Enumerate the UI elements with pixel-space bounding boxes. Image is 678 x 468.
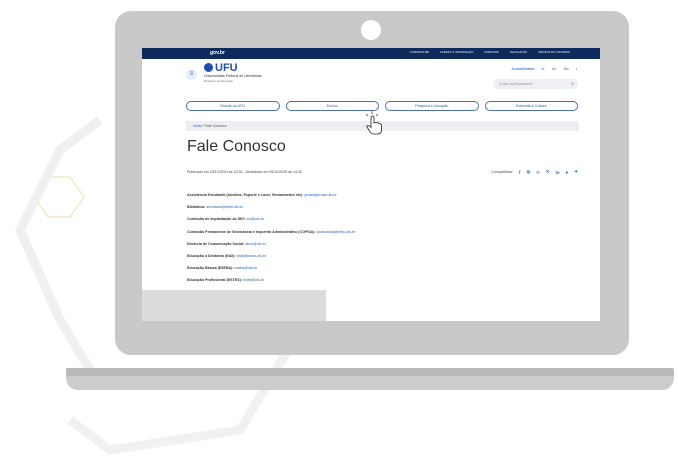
gov-link[interactable]: PARTICIPE bbox=[485, 51, 499, 54]
gov-logo[interactable]: gov.br bbox=[210, 50, 225, 56]
search-icon[interactable]: ⌕ bbox=[571, 79, 574, 89]
contact-label: Educação Profissional (ESTES): bbox=[187, 278, 242, 283]
brand-ministry: Ministério da Educação bbox=[204, 79, 234, 83]
breadcrumb-separator: / bbox=[202, 124, 204, 128]
nav-item-estude[interactable]: Estude na UFU bbox=[186, 101, 280, 111]
contact-label: Educação a Distância (EaD): bbox=[187, 253, 236, 258]
accessibility-tools: Acessibilidade A- A+ A/c ◐ bbox=[512, 67, 578, 71]
gov-link[interactable]: COMUNICA BR bbox=[410, 51, 429, 54]
search-input[interactable]: O que você procura? ⌕ bbox=[493, 79, 578, 89]
x-icon[interactable]: ✕ bbox=[546, 169, 550, 175]
linkedin-icon[interactable]: in bbox=[556, 170, 560, 175]
nav-item-pesquisa[interactable]: Pesquisa e Inovação bbox=[385, 101, 479, 111]
menu-button[interactable]: ≡ bbox=[186, 69, 197, 80]
share-label: Compartilhar: bbox=[491, 170, 513, 174]
hand-cursor-icon bbox=[365, 111, 382, 135]
contact-email[interactable]: eseba@ufu.br bbox=[235, 266, 258, 270]
list-item: Educação a Distância (EaD): cead@cead.uf… bbox=[187, 253, 355, 265]
accessibility-link[interactable]: Acessibilidade bbox=[512, 67, 535, 71]
gov-link[interactable]: LEGISLAÇÃO bbox=[510, 51, 527, 54]
contact-label: Diretoria de Comunicação Social: bbox=[187, 241, 245, 246]
contact-email[interactable]: sindicancia@reito.ufu.br bbox=[317, 230, 356, 234]
share-bar: Compartilhar: f ◎ ℗ ✕ in ● ✦ bbox=[491, 169, 578, 175]
whatsapp-icon[interactable]: ◎ bbox=[526, 169, 530, 175]
publish-meta: Publicado em 03/12/2024 às 15:35 - Atual… bbox=[187, 170, 303, 174]
font-smaller-button[interactable]: A- bbox=[542, 67, 546, 71]
breadcrumb-current: Fale Conosco bbox=[204, 124, 227, 128]
contact-email[interactable]: dirco@ufu.br bbox=[245, 242, 266, 246]
contact-list: Assistência Estudantil (Auxílios, Esport… bbox=[187, 192, 355, 290]
contact-label: Educação Básica (ESEBA): bbox=[187, 266, 234, 271]
list-item: Educação Profissional (ESTES): estes@ufu… bbox=[187, 277, 355, 289]
pinterest-icon[interactable]: ℗ bbox=[536, 170, 539, 175]
list-item: Diretoria de Comunicação Social: dirco@u… bbox=[187, 241, 355, 253]
breadcrumb-home[interactable]: Início bbox=[193, 124, 202, 128]
site-header: ≡ UFU Universidade Federal de Uberlândia… bbox=[142, 59, 600, 99]
contact-email[interactable]: estes@ufu.br bbox=[243, 278, 264, 282]
reddit-icon[interactable]: ● bbox=[566, 170, 569, 175]
page-title: Fale Conosco bbox=[187, 138, 286, 155]
contact-label: Assistência Estudantil (Auxílios, Esport… bbox=[187, 193, 304, 197]
nav-item-extensao[interactable]: Extensão e Cultura bbox=[484, 101, 578, 111]
contact-email[interactable]: cead@cead.ufu.br bbox=[237, 254, 266, 258]
gov-link[interactable]: ACESSO À INFORMAÇÃO bbox=[440, 51, 473, 54]
brand[interactable]: UFU Universidade Federal de Uberlândia M… bbox=[204, 63, 262, 83]
stage: gov.br COMUNICA BR ACESSO À INFORMAÇÃO P… bbox=[0, 0, 678, 468]
contrast-label[interactable]: A/c bbox=[564, 67, 569, 71]
contact-label: Comissão Permanente de Sindicância e Inq… bbox=[187, 229, 316, 234]
contact-email[interactable]: sei@ufu.br bbox=[247, 217, 264, 221]
contact-email[interactable]: secretaria@dirbi.ufu.br bbox=[206, 205, 242, 209]
list-item: Biblioteca: secretaria@dirbi.ufu.br bbox=[187, 204, 355, 216]
font-larger-button[interactable]: A+ bbox=[552, 67, 557, 71]
screen-overlay-left bbox=[142, 290, 326, 321]
list-item: Educação Básica (ESEBA): eseba@ufu.br bbox=[187, 265, 355, 277]
list-item: Assistência Estudantil (Auxílios, Esport… bbox=[187, 192, 355, 204]
laptop-base bbox=[66, 368, 674, 390]
bluesky-icon[interactable]: ✦ bbox=[574, 169, 578, 175]
brand-name: UFU bbox=[215, 62, 238, 74]
list-item: Comissão de Implantação do SEI!: sei@ufu… bbox=[187, 216, 355, 228]
contrast-icon[interactable]: ◐ bbox=[576, 67, 578, 71]
ufu-logo-icon bbox=[204, 63, 213, 72]
contact-label: Biblioteca: bbox=[187, 205, 206, 210]
gov-bar: gov.br COMUNICA BR ACESSO À INFORMAÇÃO P… bbox=[142, 48, 600, 59]
screen: gov.br COMUNICA BR ACESSO À INFORMAÇÃO P… bbox=[142, 48, 600, 321]
contact-email[interactable]: proae@proae.ufu.br bbox=[304, 193, 336, 197]
gov-links: COMUNICA BR ACESSO À INFORMAÇÃO PARTICIP… bbox=[410, 51, 570, 54]
hamburger-icon: ≡ bbox=[189, 71, 194, 77]
facebook-icon[interactable]: f bbox=[519, 170, 521, 175]
camera-icon bbox=[361, 20, 381, 40]
list-item: Comissão Permanente de Sindicância e Inq… bbox=[187, 229, 355, 241]
gov-link[interactable]: ÓRGÃOS DO GOVERNO bbox=[538, 51, 570, 54]
contact-label: Comissão de Implantação do SEI!: bbox=[187, 217, 246, 222]
search-placeholder: O que você procura? bbox=[499, 82, 533, 86]
